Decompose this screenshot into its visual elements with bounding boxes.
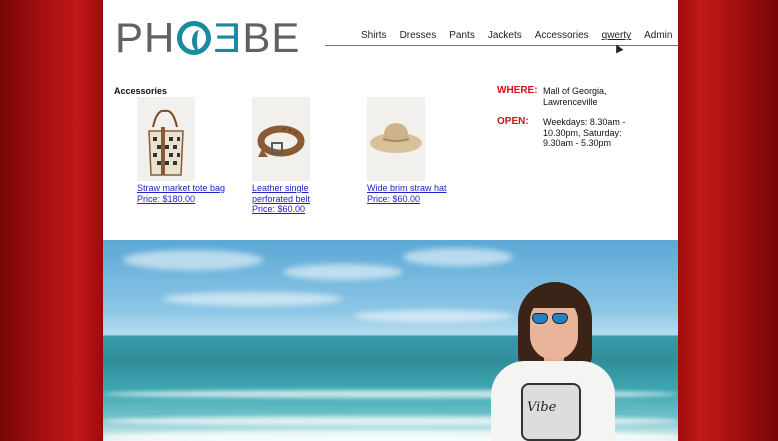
where-label: WHERE: [497,85,538,96]
belt-image[interactable] [252,97,310,181]
product-name-link[interactable]: Wide brim straw hat [367,183,467,194]
product-price[interactable]: Price: $60.00 [367,194,467,205]
phoebe-logo[interactable]: PH Ǝ BE [115,17,300,59]
main-nav: Shirts Dresses Pants Jackets Accessories… [361,30,678,41]
nav-item-qwerty[interactable]: qwerty [602,30,631,41]
product-card[interactable]: Wide brim straw hat Price: $60.00 [367,97,467,204]
where-value: Mall of Georgia, Lawrenceville [543,86,607,107]
product-name-link[interactable]: Leather single perforated belt [252,183,352,204]
product-card[interactable]: Straw market tote bag Price: $180.00 [137,97,237,204]
nav-item-pants[interactable]: Pants [449,30,475,41]
logo-o-mark-icon [177,21,212,55]
hero-banner-image: Vibe [103,240,678,441]
nav-divider [325,45,678,46]
nav-item-accessories[interactable]: Accessories [535,30,589,41]
nav-item-admin[interactable]: Admin [644,30,672,41]
nav-item-jackets[interactable]: Jackets [488,30,522,41]
store-page: PH Ǝ BE Shirts Dresses Pants Jackets Acces… [103,0,678,441]
product-name-link[interactable]: Straw market tote bag [137,183,237,194]
open-label: OPEN: [497,116,529,127]
open-value: Weekdays: 8.30am - 10.30pm, Saturday: 9.… [543,117,626,148]
product-price[interactable]: Price: $180.00 [137,194,237,205]
product-price[interactable]: Price: $60.00 [252,204,352,215]
sunglasses-icon [532,313,548,324]
hat-image[interactable] [367,97,425,181]
tote-bag-image[interactable] [137,97,195,181]
nav-item-shirts[interactable]: Shirts [361,30,387,41]
nav-item-dresses[interactable]: Dresses [400,30,437,41]
section-title: Accessories [114,86,168,96]
product-card[interactable]: Leather single perforated belt Price: $6… [252,97,352,215]
shirt-print-text: Vibe [527,400,557,415]
